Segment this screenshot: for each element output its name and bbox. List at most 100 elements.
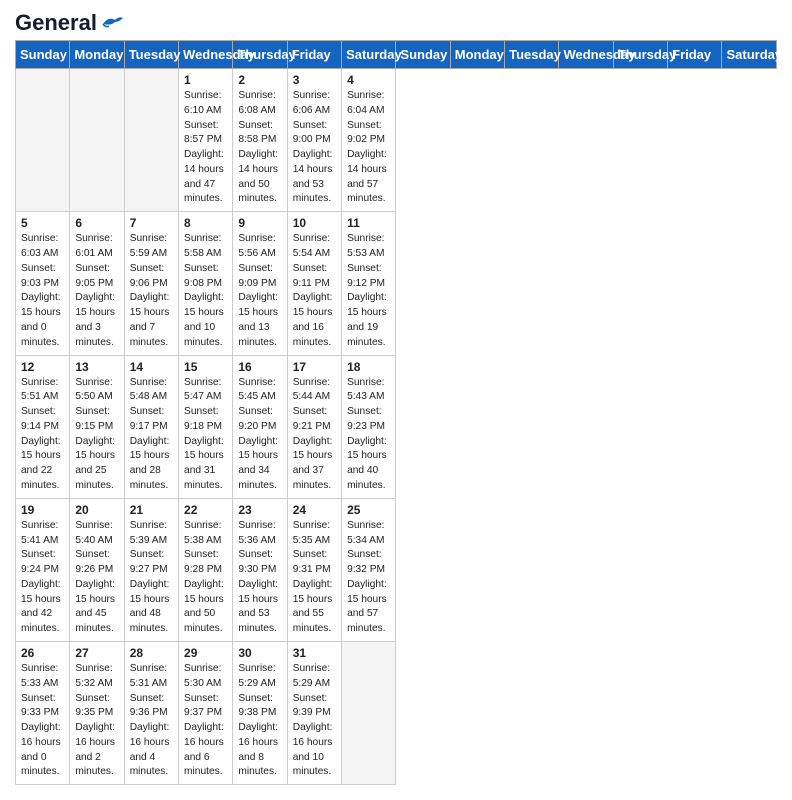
day-info: Sunrise: 5:50 AM Sunset: 9:15 PM Dayligh…	[75, 376, 118, 494]
day-cell: 9Sunrise: 5:56 AM Sunset: 9:09 PM Daylig…	[233, 212, 287, 355]
week-row-1: 1Sunrise: 6:10 AM Sunset: 8:57 PM Daylig…	[16, 69, 777, 212]
day-number: 7	[130, 216, 173, 230]
page-header: General	[15, 10, 777, 32]
day-info: Sunrise: 5:30 AM Sunset: 9:37 PM Dayligh…	[184, 662, 227, 780]
day-info: Sunrise: 5:44 AM Sunset: 9:21 PM Dayligh…	[293, 376, 336, 494]
day-info: Sunrise: 5:43 AM Sunset: 9:23 PM Dayligh…	[347, 376, 390, 494]
day-cell: 25Sunrise: 5:34 AM Sunset: 9:32 PM Dayli…	[342, 498, 396, 641]
day-info: Sunrise: 5:29 AM Sunset: 9:39 PM Dayligh…	[293, 662, 336, 780]
day-cell	[70, 69, 124, 212]
week-row-4: 19 Sunrise: 5:41 AM Sunset: 9:24 PM Dayli…	[16, 498, 777, 641]
day-number: 14	[130, 360, 173, 374]
day-number: 4	[347, 73, 390, 87]
day-cell: 26 Sunrise: 5:33 AM Sunset: 9:33 PM Dayli…	[16, 642, 70, 785]
day-info: Sunrise: 5:59 AM Sunset: 9:06 PM Dayligh…	[130, 232, 173, 350]
day-number: 13	[75, 360, 118, 374]
col-header-friday: Friday	[668, 41, 722, 69]
day-info: Sunrise: 6:08 AM Sunset: 8:58 PM Dayligh…	[238, 89, 281, 207]
day-info: Sunrise: 5:54 AM Sunset: 9:11 PM Dayligh…	[293, 232, 336, 350]
day-info: Sunrise: 6:10 AM Sunset: 8:57 PM Dayligh…	[184, 89, 227, 207]
day-number: 24	[293, 503, 336, 517]
day-number: 12	[21, 360, 64, 374]
day-cell: 30 Sunrise: 5:29 AM Sunset: 9:38 PM Dayli…	[233, 642, 287, 785]
day-info: Sunrise: 5:47 AM Sunset: 9:18 PM Dayligh…	[184, 376, 227, 494]
day-info: Sunrise: 5:29 AM Sunset: 9:38 PM Dayligh…	[238, 662, 281, 780]
day-number: 30	[238, 646, 281, 660]
week-row-5: 26 Sunrise: 5:33 AM Sunset: 9:33 PM Dayli…	[16, 642, 777, 785]
header-row: SundayMondayTuesdayWednesdayThursdayFrid…	[16, 41, 777, 69]
logo-general: General	[15, 10, 97, 36]
day-cell: 17 Sunrise: 5:44 AM Sunset: 9:21 PM Dayli…	[287, 355, 341, 498]
day-info: Sunrise: 5:48 AM Sunset: 9:17 PM Dayligh…	[130, 376, 173, 494]
day-cell: 29 Sunrise: 5:30 AM Sunset: 9:37 PM Dayli…	[179, 642, 233, 785]
day-number: 19	[21, 503, 64, 517]
day-info: Sunrise: 5:40 AM Sunset: 9:26 PM Dayligh…	[75, 519, 118, 637]
day-info: Sunrise: 5:36 AM Sunset: 9:30 PM Dayligh…	[238, 519, 281, 637]
day-number: 3	[293, 73, 336, 87]
day-info: Sunrise: 5:32 AM Sunset: 9:35 PM Dayligh…	[75, 662, 118, 780]
day-info: Sunrise: 5:41 AM Sunset: 9:24 PM Dayligh…	[21, 519, 64, 637]
day-info: Sunrise: 5:33 AM Sunset: 9:33 PM Dayligh…	[21, 662, 64, 780]
day-cell: 12 Sunrise: 5:51 AM Sunset: 9:14 PM Dayli…	[16, 355, 70, 498]
day-cell: 20 Sunrise: 5:40 AM Sunset: 9:26 PM Dayli…	[70, 498, 124, 641]
col-header-thursday: Thursday	[233, 41, 287, 69]
day-number: 26	[21, 646, 64, 660]
col-header-saturday: Saturday	[342, 41, 396, 69]
day-number: 31	[293, 646, 336, 660]
day-cell: 18Sunrise: 5:43 AM Sunset: 9:23 PM Dayli…	[342, 355, 396, 498]
day-info: Sunrise: 5:45 AM Sunset: 9:20 PM Dayligh…	[238, 376, 281, 494]
day-info: Sunrise: 5:56 AM Sunset: 9:09 PM Dayligh…	[238, 232, 281, 350]
day-cell: 31 Sunrise: 5:29 AM Sunset: 9:39 PM Dayli…	[287, 642, 341, 785]
day-info: Sunrise: 5:34 AM Sunset: 9:32 PM Dayligh…	[347, 519, 390, 637]
col-header-saturday: Saturday	[722, 41, 777, 69]
day-number: 23	[238, 503, 281, 517]
day-cell: 22 Sunrise: 5:38 AM Sunset: 9:28 PM Dayli…	[179, 498, 233, 641]
day-number: 21	[130, 503, 173, 517]
day-cell: 14 Sunrise: 5:48 AM Sunset: 9:17 PM Dayli…	[124, 355, 178, 498]
day-cell: 7 Sunrise: 5:59 AM Sunset: 9:06 PM Daylig…	[124, 212, 178, 355]
col-header-wednesday: Wednesday	[179, 41, 233, 69]
day-info: Sunrise: 5:58 AM Sunset: 9:08 PM Dayligh…	[184, 232, 227, 350]
day-info: Sunrise: 5:53 AM Sunset: 9:12 PM Dayligh…	[347, 232, 390, 350]
col-header-tuesday: Tuesday	[124, 41, 178, 69]
col-header-friday: Friday	[287, 41, 341, 69]
day-info: Sunrise: 5:31 AM Sunset: 9:36 PM Dayligh…	[130, 662, 173, 780]
day-number: 20	[75, 503, 118, 517]
calendar-body: 1Sunrise: 6:10 AM Sunset: 8:57 PM Daylig…	[16, 69, 777, 785]
day-info: Sunrise: 5:35 AM Sunset: 9:31 PM Dayligh…	[293, 519, 336, 637]
day-info: Sunrise: 5:51 AM Sunset: 9:14 PM Dayligh…	[21, 376, 64, 494]
day-cell: 16Sunrise: 5:45 AM Sunset: 9:20 PM Dayli…	[233, 355, 287, 498]
day-number: 6	[75, 216, 118, 230]
week-row-3: 12 Sunrise: 5:51 AM Sunset: 9:14 PM Dayli…	[16, 355, 777, 498]
day-number: 5	[21, 216, 64, 230]
day-number: 22	[184, 503, 227, 517]
col-header-sunday: Sunday	[16, 41, 70, 69]
day-cell: 4 Sunrise: 6:04 AM Sunset: 9:02 PM Daylig…	[342, 69, 396, 212]
day-cell	[342, 642, 396, 785]
day-number: 27	[75, 646, 118, 660]
logo-bird-icon	[101, 14, 123, 32]
day-cell: 28Sunrise: 5:31 AM Sunset: 9:36 PM Dayli…	[124, 642, 178, 785]
day-number: 17	[293, 360, 336, 374]
day-cell: 5 Sunrise: 6:03 AM Sunset: 9:03 PM Daylig…	[16, 212, 70, 355]
day-cell: 6 Sunrise: 6:01 AM Sunset: 9:05 PM Daylig…	[70, 212, 124, 355]
day-number: 29	[184, 646, 227, 660]
day-cell: 27 Sunrise: 5:32 AM Sunset: 9:35 PM Dayli…	[70, 642, 124, 785]
calendar-header: SundayMondayTuesdayWednesdayThursdayFrid…	[16, 41, 777, 69]
day-info: Sunrise: 5:38 AM Sunset: 9:28 PM Dayligh…	[184, 519, 227, 637]
day-info: Sunrise: 6:01 AM Sunset: 9:05 PM Dayligh…	[75, 232, 118, 350]
day-info: Sunrise: 6:04 AM Sunset: 9:02 PM Dayligh…	[347, 89, 390, 207]
day-number: 2	[238, 73, 281, 87]
day-cell: 13 Sunrise: 5:50 AM Sunset: 9:15 PM Dayli…	[70, 355, 124, 498]
day-info: Sunrise: 6:03 AM Sunset: 9:03 PM Dayligh…	[21, 232, 64, 350]
day-cell: 15Sunrise: 5:47 AM Sunset: 9:18 PM Dayli…	[179, 355, 233, 498]
col-header-tuesday: Tuesday	[505, 41, 559, 69]
day-info: Sunrise: 5:39 AM Sunset: 9:27 PM Dayligh…	[130, 519, 173, 637]
day-cell: 19 Sunrise: 5:41 AM Sunset: 9:24 PM Dayli…	[16, 498, 70, 641]
col-header-sunday: Sunday	[396, 41, 450, 69]
day-cell: 24 Sunrise: 5:35 AM Sunset: 9:31 PM Dayli…	[287, 498, 341, 641]
day-cell: 23 Sunrise: 5:36 AM Sunset: 9:30 PM Dayli…	[233, 498, 287, 641]
day-cell: 11Sunrise: 5:53 AM Sunset: 9:12 PM Dayli…	[342, 212, 396, 355]
col-header-thursday: Thursday	[613, 41, 667, 69]
day-cell: 3Sunrise: 6:06 AM Sunset: 9:00 PM Daylig…	[287, 69, 341, 212]
